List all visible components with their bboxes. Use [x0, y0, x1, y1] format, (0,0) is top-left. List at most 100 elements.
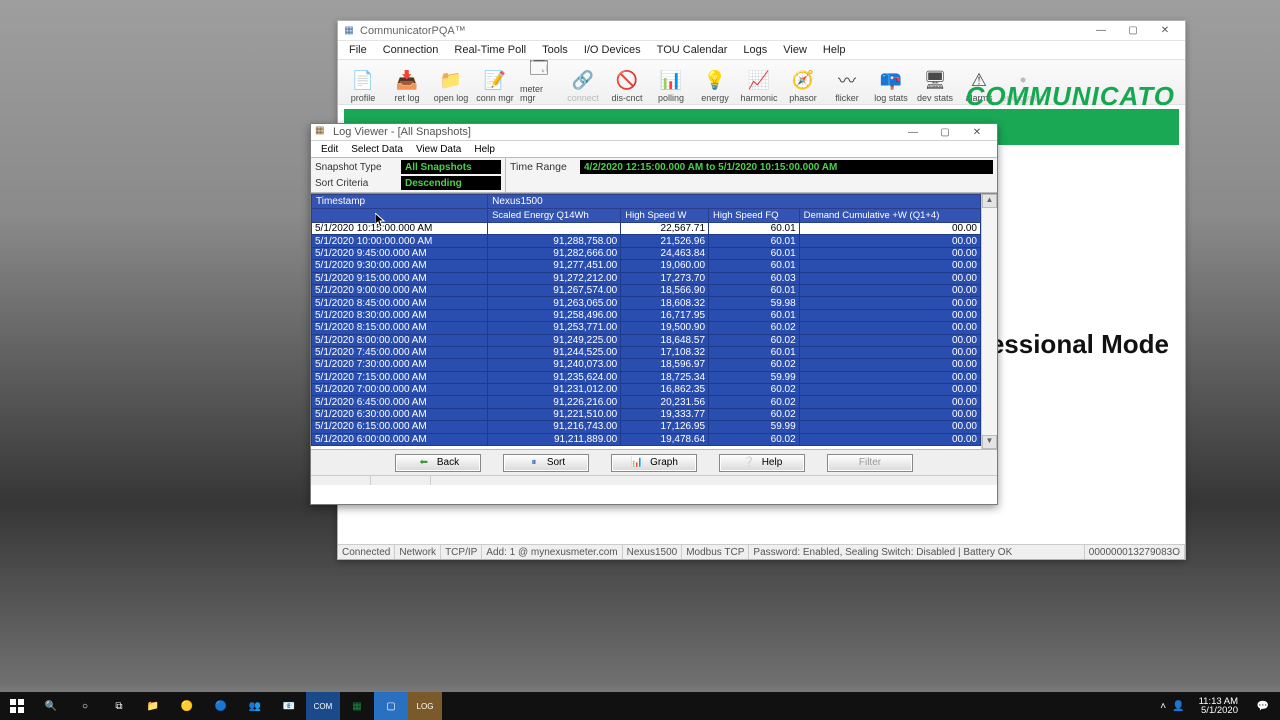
cell-fq: 60.01 [709, 235, 800, 247]
log-menu-view-data[interactable]: View Data [410, 144, 467, 155]
toolbar-energy[interactable]: 💡energy [696, 61, 734, 103]
excel-icon[interactable]: ▦ [340, 692, 374, 720]
table-row[interactable]: 5/1/2020 9:00:00.000 AM91,267,574.0018,5… [312, 284, 981, 296]
menu-view[interactable]: View [776, 43, 814, 57]
table-row[interactable]: 5/1/2020 8:15:00.000 AM91,253,771.0019,5… [312, 322, 981, 334]
outlook-icon[interactable]: 📧 [272, 692, 306, 720]
log-menu-edit[interactable]: Edit [315, 144, 344, 155]
main-titlebar[interactable]: ▦ CommunicatorPQA™ — ▢ ✕ [338, 21, 1185, 41]
col-demand-cum[interactable]: Demand Cumulative +W (Q1+4) [799, 209, 980, 223]
close-button[interactable]: ✕ [1149, 22, 1181, 40]
menu-tools[interactable]: Tools [535, 43, 575, 57]
minimize-button[interactable]: — [1085, 22, 1117, 40]
graph-button[interactable]: 📊 Graph [611, 454, 697, 472]
table-row[interactable]: 5/1/2020 7:00:00.000 AM91,231,012.0016,8… [312, 384, 981, 396]
col-group-device[interactable]: Nexus1500 [488, 195, 981, 209]
scroll-up-button[interactable]: ▲ [982, 194, 997, 208]
system-tray[interactable]: ˄ 👤 [1154, 701, 1190, 712]
log-stats-icon: 📪 [879, 68, 903, 92]
file-explorer-icon[interactable]: 📁 [136, 692, 170, 720]
toolbar-flicker[interactable]: 〰flicker [828, 61, 866, 103]
menu-tou-calendar[interactable]: TOU Calendar [650, 43, 735, 57]
col-high-speed-w[interactable]: High Speed W [621, 209, 709, 223]
table-row[interactable]: 5/1/2020 7:45:00.000 AM91,244,525.0017,1… [312, 346, 981, 358]
table-row[interactable]: 5/1/2020 7:15:00.000 AM91,235,624.0018,7… [312, 371, 981, 383]
table-row[interactable]: 5/1/2020 7:30:00.000 AM91,240,073.0018,5… [312, 359, 981, 371]
log-viewer-window: ▦ Log Viewer - [All Snapshots] — ▢ ✕ Edi… [310, 123, 998, 505]
menu-real-time-poll[interactable]: Real-Time Poll [447, 43, 533, 57]
timerange-value[interactable]: 4/2/2020 12:15:00.000 AM to 5/1/2020 10:… [580, 160, 993, 174]
search-button[interactable]: 🔍 [34, 692, 68, 720]
scroll-down-button[interactable]: ▼ [982, 435, 997, 449]
toolbar-log-stats[interactable]: 📪log stats [872, 61, 910, 103]
cell-w: 18,596.97 [621, 359, 709, 371]
table-row[interactable]: 5/1/2020 6:00:00.000 AM91,211,889.0019,4… [312, 433, 981, 445]
table-row[interactable]: 5/1/2020 6:15:00.000 AM91,216,743.0017,1… [312, 421, 981, 433]
sort-criteria-value[interactable]: Descending [401, 176, 501, 190]
col-high-speed-fq[interactable]: High Speed FQ [709, 209, 800, 223]
col-group-timestamp[interactable]: Timestamp [312, 195, 488, 209]
help-button[interactable]: ❔ Help [719, 454, 805, 472]
table-row[interactable]: 5/1/2020 10:00:00.000 AM91,288,758.0021,… [312, 235, 981, 247]
toolbar-conn-mgr[interactable]: 📝conn mgr [476, 61, 514, 103]
toolbar-dev-stats[interactable]: 🖥dev stats [916, 61, 954, 103]
toolbar-phasor[interactable]: 🧭phasor [784, 61, 822, 103]
filter-button[interactable]: Filter [827, 454, 913, 472]
tray-chevron-up-icon[interactable]: ˄ [1160, 701, 1166, 712]
task-view-button[interactable]: ⧉ [102, 692, 136, 720]
table-row[interactable]: 5/1/2020 8:45:00.000 AM91,263,065.0018,6… [312, 297, 981, 309]
toolbar-polling[interactable]: 📊polling [652, 61, 690, 103]
col-timestamp-spacer[interactable] [312, 209, 488, 223]
toolbar-profile[interactable]: 📄profile [344, 61, 382, 103]
table-row[interactable]: 5/1/2020 6:30:00.000 AM91,221,510.0019,3… [312, 408, 981, 420]
sort-button[interactable]: ⏸ Sort [503, 454, 589, 472]
taskbar[interactable]: 🔍 ○ ⧉ 📁 🟡 🔵 👥 📧 COM ▦ ▢ LOG ˄ 👤 11:13 AM… [0, 692, 1280, 720]
cell-w: 19,500.90 [621, 322, 709, 334]
log-menu-help[interactable]: Help [468, 144, 501, 155]
cell-ts: 5/1/2020 8:00:00.000 AM [312, 334, 488, 346]
table-row[interactable]: 5/1/2020 8:00:00.000 AM91,249,225.0018,6… [312, 334, 981, 346]
chrome-icon[interactable]: 🟡 [170, 692, 204, 720]
edge-icon[interactable]: 🔵 [204, 692, 238, 720]
clock[interactable]: 11:13 AM 5/1/2020 [1191, 697, 1246, 716]
app-blue-icon[interactable]: ▢ [374, 692, 408, 720]
maximize-button[interactable]: ▢ [1117, 22, 1149, 40]
energy-icon: 💡 [703, 68, 727, 92]
menu-connection[interactable]: Connection [376, 43, 446, 57]
table-row[interactable]: 5/1/2020 9:45:00.000 AM91,282,666.0024,4… [312, 247, 981, 259]
back-button[interactable]: ⬅ Back [395, 454, 481, 472]
start-button[interactable] [0, 692, 34, 720]
snapshot-type-value[interactable]: All Snapshots [401, 160, 501, 174]
teams-icon[interactable]: 👥 [238, 692, 272, 720]
log-app-taskbar-icon[interactable]: LOG [408, 692, 442, 720]
app-com-icon[interactable]: COM [306, 692, 340, 720]
notifications-button[interactable]: 💬 [1246, 692, 1280, 720]
toolbar-open-log[interactable]: 📁open log [432, 61, 470, 103]
table-row[interactable]: 5/1/2020 8:30:00.000 AM91,258,496.0016,7… [312, 309, 981, 321]
menu-i-o-devices[interactable]: I/O Devices [577, 43, 648, 57]
log-minimize-button[interactable]: — [897, 123, 929, 141]
log-menu-select-data[interactable]: Select Data [345, 144, 409, 155]
log-maximize-button[interactable]: ▢ [929, 123, 961, 141]
menu-logs[interactable]: Logs [736, 43, 774, 57]
menu-file[interactable]: File [342, 43, 374, 57]
cortana-button[interactable]: ○ [68, 692, 102, 720]
col-energy[interactable]: Scaled Energy Q14Wh [488, 209, 621, 223]
table-row[interactable]: 5/1/2020 9:15:00.000 AM91,272,212.0017,2… [312, 272, 981, 284]
table-row[interactable]: 5/1/2020 6:45:00.000 AM91,226,216.0020,2… [312, 396, 981, 408]
menu-help[interactable]: Help [816, 43, 853, 57]
tray-people-icon[interactable]: 👤 [1172, 701, 1184, 712]
toolbar-ret-log[interactable]: 📥ret log [388, 61, 426, 103]
vertical-scrollbar[interactable]: ▲ ▼ [981, 194, 997, 449]
table-row[interactable]: 5/1/2020 9:30:00.000 AM91,277,451.0019,0… [312, 260, 981, 272]
cell-w: 18,608.32 [621, 297, 709, 309]
log-titlebar[interactable]: ▦ Log Viewer - [All Snapshots] — ▢ ✕ [311, 124, 997, 141]
data-grid[interactable]: Timestamp Nexus1500 Scaled Energy Q14Wh … [311, 194, 981, 449]
scroll-track[interactable] [982, 208, 997, 435]
log-close-button[interactable]: ✕ [961, 123, 993, 141]
table-row[interactable]: 5/1/2020 10:15:00.000 AM22,567.7160.0100… [312, 223, 981, 235]
toolbar-harmonic[interactable]: 📈harmonic [740, 61, 778, 103]
toolbar-dis-cnct[interactable]: 🚫dis-cnct [608, 61, 646, 103]
toolbar-meter-mgr[interactable]: 🗔meter mgr [520, 61, 558, 103]
conn-mgr-icon: 📝 [483, 68, 507, 92]
